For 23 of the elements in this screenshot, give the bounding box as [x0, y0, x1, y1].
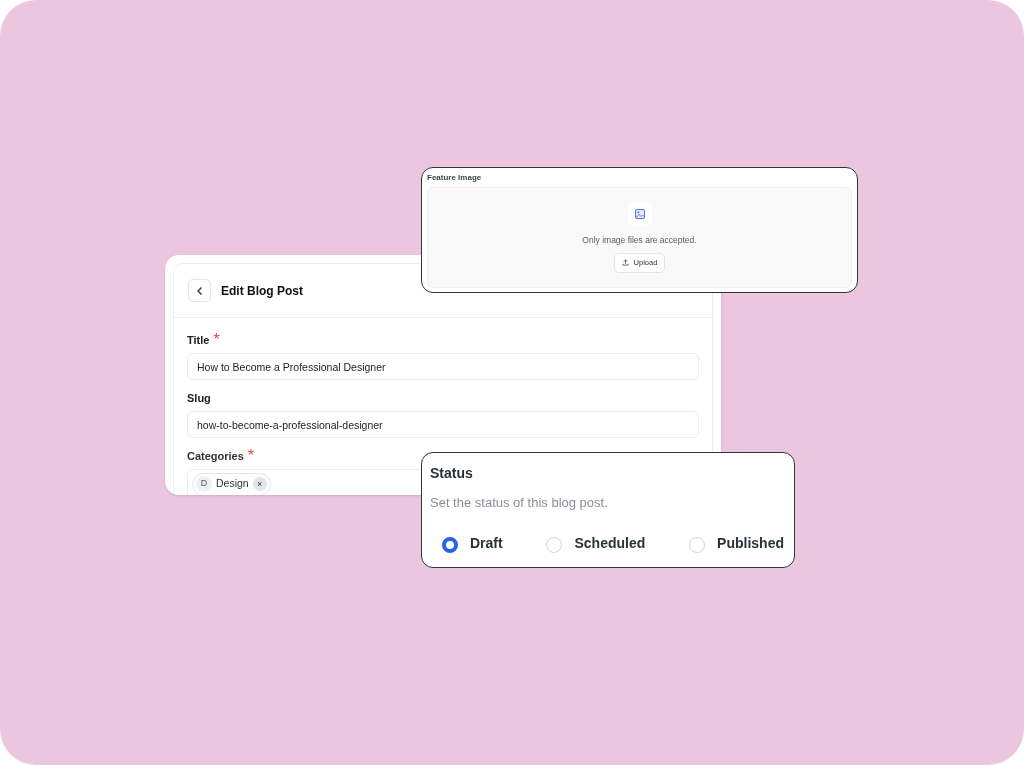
tag-label: Design — [216, 476, 249, 492]
status-option[interactable]: Published — [689, 532, 784, 554]
upload-icon — [621, 259, 629, 267]
back-button[interactable] — [188, 279, 211, 302]
dropzone-hint: Only image files are accepted. — [582, 234, 697, 247]
field-label: Slug — [187, 390, 211, 406]
back-icon — [195, 285, 204, 296]
remove-tag-button[interactable]: × — [252, 477, 267, 491]
section-label: Feature Image — [427, 172, 483, 184]
status-option[interactable]: Draft — [442, 532, 503, 554]
text-field[interactable]: How to Become a Professional Designer — [187, 353, 699, 380]
status-option[interactable]: Scheduled — [546, 532, 646, 554]
status-title: Status — [430, 464, 474, 483]
field-label: Title — [187, 332, 210, 348]
required-mark: * — [213, 330, 220, 350]
tag-avatar: D — [196, 476, 212, 492]
radio-button[interactable] — [442, 537, 458, 553]
required-mark: * — [247, 446, 255, 466]
status-description: Set the status of this blog post. — [430, 494, 609, 512]
page-title: Edit Blog Post — [221, 282, 303, 300]
text-field[interactable]: how-to-become-a-professional-designer — [187, 411, 699, 438]
image-icon — [634, 209, 645, 219]
field-label: Categories — [187, 448, 244, 464]
